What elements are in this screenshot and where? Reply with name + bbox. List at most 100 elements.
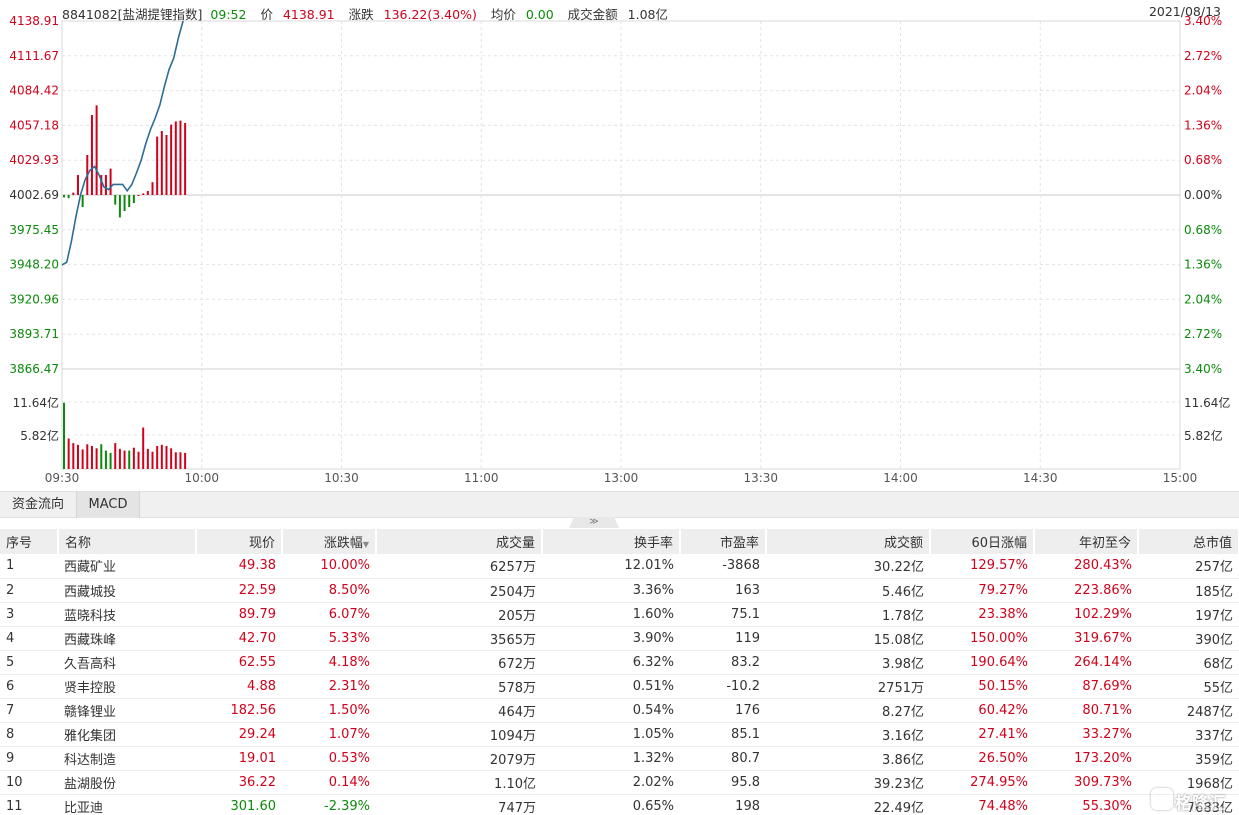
change-ytd: 87.69%	[1034, 674, 1138, 699]
momentum-bar	[109, 168, 112, 195]
change-ytd: 55.30%	[1034, 794, 1138, 815]
volume-tick-label: 11.64亿	[13, 395, 59, 410]
header-price[interactable]: 现价	[196, 529, 283, 554]
current-price: 4.88	[196, 674, 282, 699]
table-row[interactable]: 7 赣锋锂业 182.56 1.50% 464万 0.54% 176 8.27亿 60.42% 8…	[0, 698, 1239, 723]
time-tick-label: 10:30	[324, 471, 359, 485]
header-amount[interactable]: 成交额	[766, 529, 931, 554]
momentum-bar	[95, 105, 98, 195]
percent-tick-label: 2.72%	[1184, 49, 1222, 63]
table-row[interactable]: 9 科达制造 19.01 0.53% 2079万 1.32% 80.7 3.86亿 26.50%…	[0, 746, 1239, 771]
current-price: 62.55	[196, 650, 282, 675]
header-60d-change[interactable]: 60日涨幅	[930, 529, 1035, 554]
row-index: 1	[0, 554, 58, 579]
header-volume[interactable]: 成交量	[376, 529, 543, 554]
header-change-pct[interactable]: 涨跌幅▼	[282, 529, 377, 554]
table-row[interactable]: 1 西藏矿业 49.38 10.00% 6257万 12.01% -3868 30.22亿 12…	[0, 554, 1239, 579]
volume-bar	[95, 448, 98, 469]
table-row[interactable]: 8 雅化集团 29.24 1.07% 1094万 1.05% 85.1 3.16亿 27.41%…	[0, 722, 1239, 747]
tab-macd[interactable]: MACD	[76, 492, 140, 518]
header-turnover[interactable]: 换手率	[542, 529, 681, 554]
change-pct: -2.39%	[282, 794, 376, 815]
change-60d: 129.57%	[930, 554, 1034, 579]
pe-ratio: 75.1	[680, 602, 766, 627]
stock-name[interactable]: 科达制造	[58, 746, 196, 771]
trade-amount: 39.23亿	[766, 770, 930, 795]
pe-ratio: 176	[680, 698, 766, 723]
stock-name[interactable]: 西藏矿业	[58, 554, 196, 579]
momentum-bar	[90, 115, 93, 195]
change-ytd: 264.14%	[1034, 650, 1138, 675]
pe-ratio: 80.7	[680, 746, 766, 771]
header-index[interactable]: 序号	[0, 529, 59, 554]
volume: 3565万	[376, 626, 542, 651]
table-row[interactable]: 11 比亚迪 301.60 -2.39% 747万 0.65% 198 22.49亿 74.48…	[0, 794, 1239, 815]
volume: 672万	[376, 650, 542, 675]
stock-name[interactable]: 西藏城投	[58, 578, 196, 603]
change-60d: 27.41%	[930, 722, 1034, 747]
table-row[interactable]: 10 盐湖股份 36.22 0.14% 1.10亿 2.02% 95.8 39.23亿 274.…	[0, 770, 1239, 795]
stock-name[interactable]: 西藏珠峰	[58, 626, 196, 651]
table-row[interactable]: 4 西藏珠峰 42.70 5.33% 3565万 3.90% 119 15.08亿 150.00…	[0, 626, 1239, 651]
volume-bar	[142, 427, 145, 469]
turnover-rate: 0.65%	[542, 794, 680, 815]
percent-tick-label: 2.04%	[1184, 292, 1222, 306]
volume-bar	[151, 451, 154, 469]
stock-name[interactable]: 贤丰控股	[58, 674, 196, 699]
table-row[interactable]: 5 久吾高科 62.55 4.18% 672万 6.32% 83.2 3.98亿 190.64%…	[0, 650, 1239, 675]
header-pe[interactable]: 市盈率	[680, 529, 767, 554]
index-code-name: 8841082[盐湖提锂指数]	[62, 7, 203, 22]
stock-name[interactable]: 久吾高科	[58, 650, 196, 675]
change-ytd: 280.43%	[1034, 554, 1138, 579]
change-value: 136.22(3.40%)	[383, 7, 477, 22]
market-cap: 359亿	[1138, 746, 1239, 771]
change-60d: 274.95%	[930, 770, 1034, 795]
header-ytd-label: 年初至今	[1078, 536, 1131, 551]
volume-bar	[72, 443, 75, 469]
tab-fund-flow[interactable]: 资金流向	[0, 492, 76, 518]
price-tick-label: 3920.96	[9, 292, 59, 306]
table-row[interactable]: 2 西藏城投 22.59 8.50% 2504万 3.36% 163 5.46亿 79.27% 2…	[0, 578, 1239, 603]
price-tick-label: 3893.71	[9, 327, 59, 341]
sort-desc-icon[interactable]: ▼	[363, 540, 369, 549]
amount-value: 1.08亿	[627, 7, 668, 22]
momentum-bar	[165, 135, 168, 195]
volume-bar	[160, 444, 163, 469]
header-ytd[interactable]: 年初至今	[1034, 529, 1139, 554]
row-index: 8	[0, 722, 58, 747]
momentum-bar	[170, 124, 173, 195]
quote-time: 09:52	[210, 7, 247, 22]
header-name[interactable]: 名称	[58, 529, 197, 554]
volume-bar	[179, 452, 182, 469]
percent-tick-label: 2.04%	[1184, 84, 1222, 98]
amount-label: 成交金额	[567, 7, 618, 22]
stock-name[interactable]: 盐湖股份	[58, 770, 196, 795]
header-market-cap[interactable]: 总市值	[1138, 529, 1239, 554]
header-index-label: 序号	[6, 536, 33, 551]
logo-text: 格隆汇	[1175, 794, 1226, 814]
current-price: 36.22	[196, 770, 282, 795]
collapse-toggle-icon[interactable]: ≫	[569, 517, 619, 528]
momentum-bar	[123, 195, 126, 211]
table-row[interactable]: 3 蓝晓科技 89.79 6.07% 205万 1.60% 75.1 1.78亿 23.38% 1…	[0, 602, 1239, 627]
stock-name[interactable]: 比亚迪	[58, 794, 196, 815]
change-ytd: 173.20%	[1034, 746, 1138, 771]
stock-name[interactable]: 蓝晓科技	[58, 602, 196, 627]
indicator-tabs: 资金流向 MACD	[0, 491, 1239, 518]
avg-label: 均价	[490, 7, 516, 22]
intraday-chart: 4138.91 3.40% 4111.67 2.72% 4084.42 2.04% 4057…	[9, 14, 1230, 485]
momentum-bar	[142, 193, 145, 195]
change-ytd: 80.71%	[1034, 698, 1138, 723]
stock-name[interactable]: 雅化集团	[58, 722, 196, 747]
table-row[interactable]: 6 贤丰控股 4.88 2.31% 578万 0.51% -10.2 2751万 50.15% 8…	[0, 674, 1239, 699]
row-index: 9	[0, 746, 58, 771]
stock-name[interactable]: 赣锋锂业	[58, 698, 196, 723]
momentum-bar	[72, 192, 75, 195]
price-label: 价	[260, 7, 273, 22]
trade-amount: 3.98亿	[766, 650, 930, 675]
volume-tick-label: 5.82亿	[20, 428, 59, 443]
change-60d: 79.27%	[930, 578, 1034, 603]
price-tick-label: 4002.69	[9, 188, 59, 202]
change-60d: 150.00%	[930, 626, 1034, 651]
turnover-rate: 0.54%	[542, 698, 680, 723]
